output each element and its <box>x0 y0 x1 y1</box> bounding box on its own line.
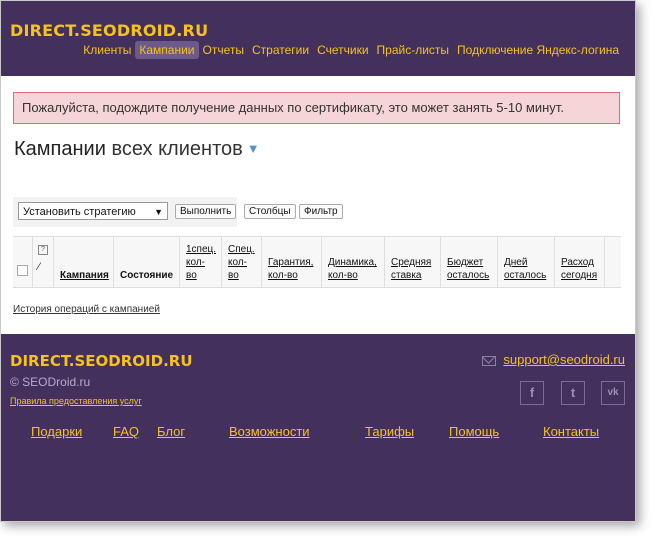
th-avg-bid[interactable]: Средняя ставка <box>385 237 441 287</box>
th-state-label: Состояние <box>120 270 174 281</box>
nav-counters[interactable]: Счетчики <box>313 41 372 59</box>
th-campaign[interactable]: Кампания <box>54 237 114 287</box>
th-guarantee-label[interactable]: Гарантия, кол-во <box>268 256 320 282</box>
vk-icon[interactable]: vk <box>601 381 625 405</box>
footer-link-gifts[interactable]: Подарки <box>31 424 82 439</box>
terms-link[interactable]: Правила предоставления услуг <box>10 396 142 406</box>
support-email-link[interactable]: support@seodroid.ru <box>503 352 625 367</box>
page-title: Кампании всех клиентов ▼ <box>14 138 260 161</box>
footer-link-tariffs[interactable]: Тарифы <box>365 424 414 439</box>
header: DIRECT.SEODROID.RU Клиенты Кампании Отче… <box>1 1 635 76</box>
footer-link-blog[interactable]: Блог <box>157 424 185 439</box>
th-spend-today-label[interactable]: Расход сегодня <box>561 256 605 282</box>
th-1spec[interactable]: 1спец. кол- во <box>180 237 222 287</box>
footer-logo[interactable]: DIRECT.SEODROID.RU <box>10 352 193 370</box>
th-avg-bid-label[interactable]: Средняя ставка <box>391 256 435 282</box>
twitter-icon[interactable]: t <box>561 381 585 405</box>
th-dynamics-label[interactable]: Динамика, кол-во <box>328 256 384 282</box>
nav-strategies[interactable]: Стратегии <box>248 41 313 59</box>
campaign-history-link[interactable]: История операций с кампанией <box>13 304 160 315</box>
select-all-checkbox[interactable] <box>17 265 28 276</box>
main-nav: Клиенты Кампании Отчеты Стратегии Счетчи… <box>79 41 623 59</box>
th-spend-today[interactable]: Расход сегодня <box>555 237 605 287</box>
th-spec-label[interactable]: Спец. кол- во <box>228 243 256 282</box>
nav-reports[interactable]: Отчеты <box>199 41 248 59</box>
status-icon-cell: ? ⁄ <box>33 237 54 287</box>
th-budget-left[interactable]: Бюджет осталось <box>441 237 498 287</box>
strategy-select-value: Установить стратегию <box>23 206 136 218</box>
nav-clients[interactable]: Клиенты <box>79 41 135 59</box>
filter-button[interactable]: Фильтр <box>299 204 343 219</box>
client-scope-dropdown[interactable]: всех клиентов <box>111 138 242 160</box>
footer: DIRECT.SEODROID.RU © SEODroid.ru Правила… <box>1 334 635 521</box>
certificate-alert: Пожалуйста, подождите получение данных п… <box>13 92 620 124</box>
page-title-main: Кампании <box>14 138 106 160</box>
footer-link-help[interactable]: Помощь <box>449 424 499 439</box>
th-days-left-label[interactable]: Дней осталось <box>504 256 552 282</box>
nav-yandex-login[interactable]: Подключение Яндекс-логина <box>453 41 623 59</box>
copyright: © SEODroid.ru <box>10 375 91 389</box>
th-campaign-label[interactable]: Кампания <box>60 269 109 282</box>
facebook-icon[interactable]: f <box>520 381 544 405</box>
th-days-left[interactable]: Дней осталось <box>498 237 555 287</box>
strategy-select[interactable]: Установить стратегию ▼ <box>18 202 168 220</box>
th-1spec-label[interactable]: 1спец. кол- во <box>186 243 216 282</box>
dropdown-arrow-icon: ▼ <box>154 207 163 217</box>
footer-link-features[interactable]: Возможности <box>229 424 310 439</box>
execute-button[interactable]: Выполнить <box>175 204 237 219</box>
footer-link-contacts[interactable]: Контакты <box>543 424 599 439</box>
th-state: Состояние <box>114 237 180 287</box>
th-dynamics[interactable]: Динамика, кол-во <box>322 237 385 287</box>
footer-link-faq[interactable]: FAQ <box>113 424 139 439</box>
site-logo[interactable]: DIRECT.SEODROID.RU <box>10 21 208 40</box>
mail-icon <box>482 356 496 366</box>
caret-down-icon[interactable]: ▼ <box>247 141 260 156</box>
app-window: DIRECT.SEODROID.RU Клиенты Кампании Отче… <box>0 0 636 522</box>
th-guarantee[interactable]: Гарантия, кол-во <box>262 237 322 287</box>
footer-links: Подарки FAQ Блог Возможности Тарифы Помо… <box>31 424 611 442</box>
select-all-cell <box>13 237 33 287</box>
pin-icon: ⁄ <box>38 261 40 273</box>
nav-price-lists[interactable]: Прайс-листы <box>373 41 454 59</box>
columns-button[interactable]: Столбцы <box>244 204 296 219</box>
th-budget-left-label[interactable]: Бюджет осталось <box>447 256 495 282</box>
campaigns-table-header: ? ⁄ Кампания Состояние 1спец. кол- во Сп… <box>13 236 621 288</box>
th-spec[interactable]: Спец. кол- во <box>222 237 262 287</box>
nav-campaigns[interactable]: Кампании <box>135 41 199 59</box>
bulk-toolbar: Установить стратегию ▼ Выполнить <box>13 197 237 227</box>
help-icon[interactable]: ? <box>38 245 48 255</box>
